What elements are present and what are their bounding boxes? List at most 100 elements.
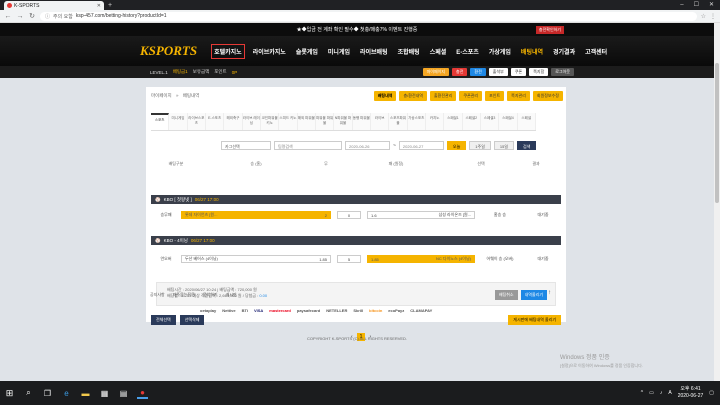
- logout-button[interactable]: 로그아웃: [551, 68, 574, 76]
- maximize-icon[interactable]: ☐: [694, 1, 699, 10]
- today-button[interactable]: 오늘: [446, 141, 467, 150]
- forward-icon[interactable]: →: [16, 13, 24, 20]
- sport-tab[interactable]: 스피드 키노: [279, 113, 298, 130]
- sport-tab[interactable]: 해외 파워볼: [297, 113, 316, 130]
- date-from-input[interactable]: 2020-06-26: [345, 141, 390, 150]
- scrollbar-thumb[interactable]: [715, 63, 719, 203]
- sport-tab[interactable]: 카지노: [425, 113, 445, 130]
- away-bet[interactable]: 1.85 NC 다이노스 (4이닝): [367, 255, 475, 263]
- draw-bet[interactable]: 0: [337, 211, 361, 219]
- notice-badge[interactable]: 충전확인하기: [535, 26, 564, 34]
- browser-tab[interactable]: K-SPORTS ✕: [4, 1, 104, 10]
- select-all-button[interactable]: 전체선택: [151, 315, 176, 325]
- start-icon[interactable]: ⊞: [4, 388, 15, 399]
- sport-tab[interactable]: 파워볼 파워볼: [315, 113, 335, 130]
- close-tab-icon[interactable]: ✕: [97, 3, 101, 9]
- sport-tab[interactable]: 스포츠파워볼: [389, 113, 408, 130]
- date-to-input[interactable]: 2020-06-27: [398, 141, 444, 150]
- sport-tab[interactable]: 스페셜4: [499, 113, 518, 130]
- home-bet[interactable]: 롯데 자이언츠 [원... 2: [181, 211, 331, 219]
- message-button[interactable]: 쪽지함: [529, 68, 549, 76]
- search-button[interactable]: 검색: [517, 141, 537, 150]
- sport-tab[interactable]: 스페셜: [517, 113, 536, 130]
- nav-live-bet[interactable]: 라이브배팅: [358, 45, 390, 58]
- home-bet[interactable]: 두산 베어스 (4이닝) 1.85: [181, 255, 331, 263]
- store-icon[interactable]: ▦: [99, 388, 110, 399]
- sport-tab[interactable]: 가상스포츠: [407, 113, 426, 130]
- notification-icon[interactable]: ▢: [709, 390, 714, 396]
- away-bet[interactable]: 1.6 삼성 라이온즈 [원...: [367, 211, 475, 219]
- menu-exchange[interactable]: 출환전관리: [429, 91, 457, 101]
- deposit-button[interactable]: 충전: [452, 68, 468, 76]
- sport-tab[interactable]: 코인파워볼 키노: [260, 113, 280, 130]
- footer-link[interactable]: 게시판: [226, 292, 237, 298]
- task-view-icon[interactable]: ❐: [42, 388, 53, 399]
- chrome-icon[interactable]: ●: [137, 388, 148, 399]
- footer-link[interactable]: 자주묻는질문: [173, 292, 195, 298]
- sport-tab[interactable]: 스페셜3: [480, 113, 500, 130]
- withdraw-button[interactable]: 환전: [470, 68, 486, 76]
- post-to-board-button[interactable]: 게시판에 배팅내역 올리기: [508, 315, 561, 325]
- nav-special[interactable]: 스페셜: [428, 45, 449, 58]
- footer-link[interactable]: 공지사항: [150, 292, 165, 298]
- scroll-top-icon[interactable]: ↑: [548, 290, 551, 296]
- nav-hotel-casino[interactable]: 호텔카지노: [211, 43, 245, 59]
- post-history-button[interactable]: 내역올리기: [520, 290, 547, 300]
- close-window-icon[interactable]: ✕: [709, 1, 714, 10]
- sport-tab[interactable]: 라이브: [370, 113, 390, 130]
- sport-tab[interactable]: 스페셜1: [444, 113, 463, 130]
- menu-deposit-history[interactable]: 충/환전내역: [399, 91, 427, 101]
- sport-tab[interactable]: 라이브 레이싱: [242, 113, 261, 130]
- sport-tab[interactable]: N파워볼 파워볼: [334, 113, 353, 130]
- sport-tab[interactable]: 스페셜2: [462, 113, 481, 130]
- week-button[interactable]: 1주일: [469, 141, 491, 150]
- scrollbar[interactable]: [714, 23, 720, 381]
- menu-points[interactable]: 포인트: [485, 91, 505, 101]
- network-icon[interactable]: ▭: [649, 390, 654, 396]
- mypage-button[interactable]: 마이페이지: [422, 68, 450, 76]
- chevron-up-icon[interactable]: ^: [641, 390, 643, 396]
- nav-combo[interactable]: 조합배팅: [396, 45, 422, 58]
- nav-esports[interactable]: E-스포츠: [454, 45, 481, 58]
- nav-virtual[interactable]: 가상게임: [487, 45, 513, 58]
- breadcrumb-home[interactable]: 마이페이지: [151, 93, 172, 98]
- menu-messages[interactable]: 쪽지관리: [507, 91, 530, 101]
- cancel-bet-button[interactable]: 배팅취소: [494, 290, 518, 300]
- category-select[interactable]: 카그선택: [221, 141, 271, 150]
- delete-selected-button[interactable]: 선택삭제: [179, 315, 205, 325]
- nav-mini[interactable]: 미니게임: [326, 45, 352, 58]
- clock[interactable]: 오후 6:41 2020-06-27: [678, 386, 704, 400]
- team-search-input[interactable]: 팀명검색: [274, 141, 342, 150]
- nav-support[interactable]: 고객센터: [583, 45, 609, 58]
- sport-tab[interactable]: 해외축구: [224, 113, 243, 130]
- sport-tab[interactable]: E-스포츠: [205, 113, 225, 130]
- calculator-icon[interactable]: ▤: [118, 388, 129, 399]
- coupon-button[interactable]: 쿠폰: [510, 68, 527, 76]
- 15day-button[interactable]: 15일: [493, 141, 515, 150]
- attendance-button[interactable]: 출석부: [488, 68, 508, 76]
- nav-live-casino[interactable]: 라이브카지노: [251, 45, 288, 58]
- explorer-icon[interactable]: ▬: [80, 388, 91, 399]
- new-tab-icon[interactable]: +: [108, 1, 112, 10]
- bookmark-star-icon[interactable]: ☆: [701, 13, 706, 20]
- ime-icon[interactable]: A: [668, 390, 671, 396]
- sport-tab[interactable]: 라이브스포츠: [187, 113, 206, 130]
- nav-slot[interactable]: 슬롯게임: [294, 45, 320, 58]
- minimize-icon[interactable]: –: [680, 1, 683, 10]
- menu-icon[interactable]: ⋮: [710, 13, 716, 20]
- menu-profile[interactable]: 회원정보수정: [532, 91, 563, 101]
- footer-link[interactable]: 문의하기: [203, 292, 218, 298]
- sport-tab[interactable]: 스포츠: [151, 113, 170, 130]
- menu-bet-history[interactable]: 배팅내역: [373, 91, 397, 101]
- search-icon[interactable]: ⌕: [23, 388, 34, 399]
- nav-results[interactable]: 경기결과: [551, 45, 577, 58]
- menu-coupon[interactable]: 쿠폰관리: [459, 91, 483, 101]
- draw-bet[interactable]: 5: [337, 255, 361, 263]
- volume-icon[interactable]: ♪: [660, 390, 663, 396]
- back-icon[interactable]: ←: [4, 13, 12, 20]
- sport-tab[interactable]: 동행 파워볼: [352, 113, 371, 130]
- url-field[interactable]: ⓘ 주의 요함 ksp-457.com/betting-history?prod…: [40, 11, 697, 21]
- edge-icon[interactable]: e: [61, 388, 72, 399]
- site-logo[interactable]: KSPORTS: [140, 43, 197, 59]
- nav-bet-history[interactable]: 배팅내역: [519, 45, 545, 58]
